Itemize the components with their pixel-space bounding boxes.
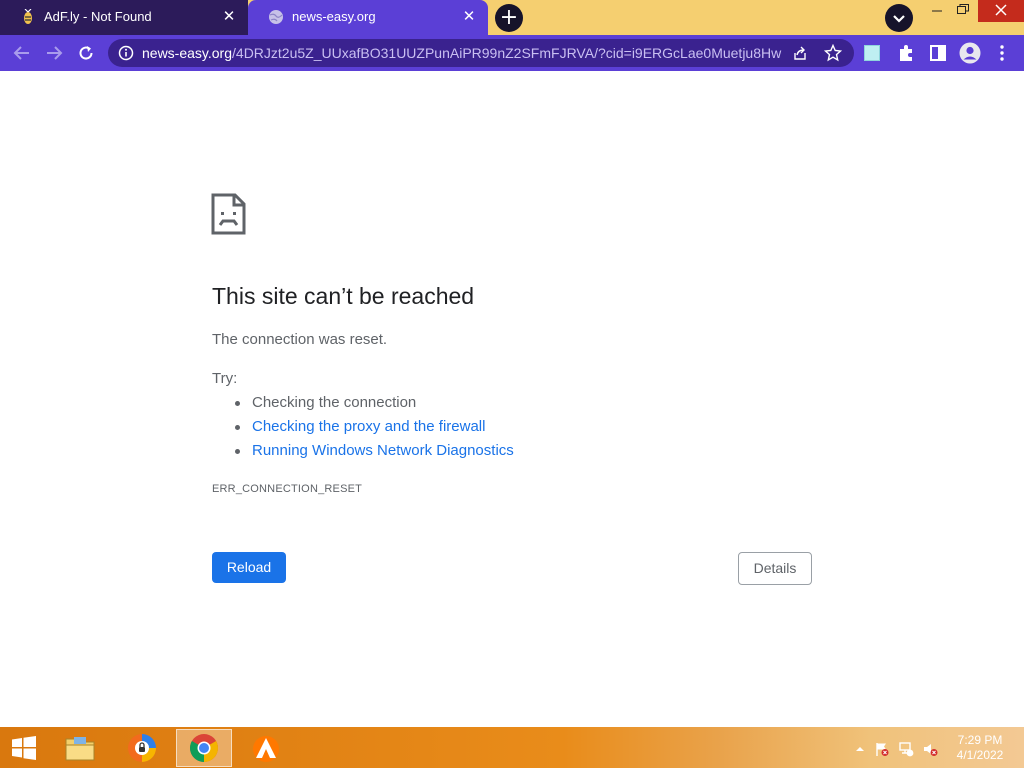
volume-muted-icon[interactable]	[922, 741, 938, 757]
info-icon[interactable]	[118, 45, 134, 61]
error-description: The connection was reset.	[212, 331, 388, 348]
windows-start-icon[interactable]	[10, 736, 38, 760]
globe-icon	[269, 10, 283, 24]
tab-title: AdF.ly - Not Found	[44, 9, 152, 24]
tab-adfly[interactable]: AdF.ly - Not Found ✕	[0, 0, 248, 35]
close-window-button[interactable]	[978, 0, 1024, 22]
taskbar-avast[interactable]	[238, 729, 294, 767]
suggestion-check-connection: Checking the connection	[235, 394, 514, 418]
address-bar[interactable]: news-easy.org/4DRJzt2u5Z_UUxafBO31UUZPun…	[108, 39, 854, 67]
minimize-button[interactable]	[924, 0, 950, 22]
side-panel-icon[interactable]	[928, 43, 948, 63]
reload-icon	[79, 46, 93, 60]
try-label: Try:	[212, 370, 238, 387]
taskbar-security-app[interactable]	[114, 729, 170, 767]
suggestions-list: Checking the connection Checking the pro…	[235, 394, 514, 466]
url-host: news-easy.org	[142, 45, 233, 61]
reload-toolbar-button[interactable]	[72, 39, 100, 67]
taskbar-chrome[interactable]	[176, 729, 232, 767]
chevron-up-icon[interactable]	[852, 741, 868, 757]
extensions-puzzle-icon[interactable]	[896, 43, 916, 63]
suggestion-network-diagnostics-link[interactable]: Running Windows Network Diagnostics	[235, 442, 514, 466]
new-tab-button[interactable]: +	[495, 4, 523, 32]
tab-search-button[interactable]	[885, 4, 913, 32]
back-button[interactable]	[8, 39, 36, 67]
browser-toolbar: news-easy.org/4DRJzt2u5Z_UUxafBO31UUZPun…	[0, 35, 1024, 71]
tab-news-easy[interactable]: news-easy.org ✕	[248, 0, 488, 35]
error-heading: This site can’t be reached	[212, 283, 475, 309]
url-text[interactable]: news-easy.org/4DRJzt2u5Z_UUxafBO31UUZPun…	[142, 45, 782, 61]
taskbar-file-explorer[interactable]	[52, 729, 108, 767]
share-icon[interactable]	[792, 45, 808, 61]
minimize-icon	[932, 10, 942, 12]
security-shield-icon	[128, 734, 156, 762]
suggestion-check-proxy-firewall-link[interactable]: Checking the proxy and the firewall	[235, 418, 514, 442]
reload-button[interactable]: Reload	[212, 552, 286, 583]
url-path: /4DRJzt2u5Z_UUxafBO31UUZPunAiPR99nZ2SFmF…	[232, 45, 782, 61]
sad-document-icon	[211, 193, 246, 235]
close-tab-icon[interactable]: ✕	[220, 7, 238, 25]
forward-button[interactable]	[40, 39, 68, 67]
adfly-favicon-icon	[24, 9, 32, 24]
close-icon	[995, 4, 1007, 16]
restore-icon	[957, 4, 969, 14]
taskbar-clock[interactable]: 7:29 PM 4/1/2022	[950, 733, 1010, 763]
avast-icon	[253, 736, 279, 762]
action-center-flag-icon[interactable]	[874, 741, 890, 757]
folder-icon	[65, 737, 95, 761]
restore-button[interactable]	[950, 0, 976, 22]
clock-date: 4/1/2022	[956, 748, 1004, 762]
bookmark-star-icon[interactable]	[824, 44, 842, 62]
chevron-down-icon	[893, 15, 905, 23]
close-tab-icon[interactable]: ✕	[460, 7, 478, 25]
clock-time: 7:29 PM	[957, 733, 1003, 747]
profile-avatar-icon[interactable]	[959, 42, 981, 64]
arrow-left-icon	[13, 46, 29, 60]
chrome-icon	[190, 734, 218, 762]
kebab-menu-icon[interactable]	[992, 43, 1012, 63]
arrow-right-icon	[47, 46, 63, 60]
extension-icon[interactable]	[864, 45, 880, 61]
details-button[interactable]: Details	[738, 552, 812, 585]
error-code: ERR_CONNECTION_RESET	[212, 483, 363, 495]
tab-title: news-easy.org	[292, 9, 376, 24]
network-icon[interactable]	[898, 741, 914, 757]
error-page: This site can’t be reached The connectio…	[0, 71, 1024, 727]
windows-taskbar: 7:29 PM 4/1/2022	[0, 727, 1024, 768]
tab-strip: AdF.ly - Not Found ✕ news-easy.org ✕ +	[0, 0, 1024, 35]
